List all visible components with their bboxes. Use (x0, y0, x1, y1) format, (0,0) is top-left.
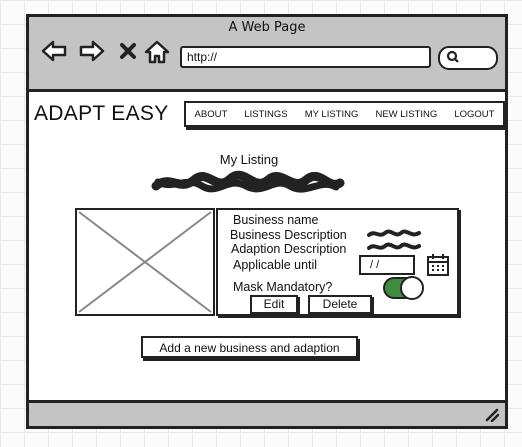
edit-button[interactable]: Edit (250, 295, 298, 314)
listing-name-redacted (151, 170, 345, 193)
back-arrow-icon[interactable] (41, 39, 67, 63)
browser-search-box[interactable] (438, 46, 498, 70)
status-bar (29, 400, 505, 426)
add-business-button[interactable]: Add a new business and adaption (141, 336, 358, 358)
browser-toolbar: A Web Page http:// (29, 17, 505, 92)
search-icon (446, 50, 459, 63)
address-bar[interactable]: http:// (180, 46, 431, 68)
nav-item-my-listing[interactable]: MY LISTING (305, 109, 359, 120)
page-title: My Listing (219, 152, 279, 167)
adaption-description-label: Adaption Description (231, 242, 347, 256)
nav-item-listings[interactable]: LISTINGS (244, 109, 287, 120)
window-title: A Web Page (228, 20, 306, 35)
nav-item-logout[interactable]: LOGOUT (454, 109, 494, 120)
nav-item-about[interactable]: ABOUT (195, 109, 228, 120)
business-description-redacted (367, 229, 421, 237)
close-icon[interactable] (119, 42, 137, 60)
applicable-until-date-input[interactable]: / / (359, 255, 415, 275)
home-icon[interactable] (144, 39, 170, 65)
business-name-label: Business name (233, 213, 319, 227)
nav-item-new-listing[interactable]: NEW LISTING (375, 109, 437, 120)
adaption-description-redacted (367, 242, 421, 250)
delete-button[interactable]: Delete (308, 295, 372, 314)
toggle-knob (400, 276, 424, 300)
brand-logo[interactable]: ADAPT EASY (34, 102, 169, 126)
mask-mandatory-toggle[interactable] (383, 276, 424, 300)
forward-arrow-icon[interactable] (79, 39, 105, 63)
listing-image-placeholder (75, 208, 215, 316)
business-description-label: Business Description (230, 228, 347, 242)
applicable-until-label: Applicable until (233, 258, 318, 272)
resize-grip-icon[interactable] (483, 406, 499, 422)
calendar-icon[interactable] (426, 253, 450, 277)
main-nav: ABOUT LISTINGS MY LISTING NEW LISTING LO… (184, 101, 505, 127)
mask-mandatory-label: Mask Mandatory? (233, 280, 333, 294)
